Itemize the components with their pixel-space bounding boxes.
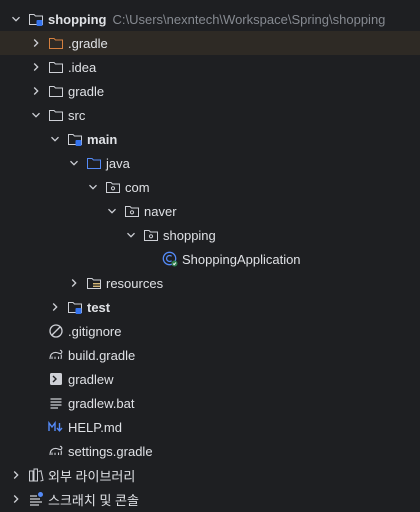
library-icon: [28, 467, 44, 483]
folder-icon: [48, 107, 64, 123]
gitignore-label: .gitignore: [68, 323, 122, 339]
naver-label: naver: [144, 203, 177, 219]
tree-node-scratches[interactable]: 스크래치 및 콘솔: [0, 487, 420, 511]
gradlew-bat-label: gradlew.bat: [68, 395, 135, 411]
chevron-down-icon[interactable]: [66, 151, 82, 175]
tree-node-shopping-package[interactable]: shopping: [0, 223, 420, 247]
tree-node-com[interactable]: com: [0, 175, 420, 199]
chevron-right-icon[interactable]: [28, 55, 44, 79]
chevron-down-icon[interactable]: [85, 175, 101, 199]
main-label: main: [87, 131, 118, 147]
scratch-icon: [28, 491, 44, 507]
markdown-icon: [48, 419, 64, 435]
tree-node-src[interactable]: src: [0, 103, 420, 127]
tree-node-gradlew[interactable]: gradlew: [0, 367, 420, 391]
package-icon: [105, 179, 121, 195]
chevron-down-icon[interactable]: [47, 127, 63, 151]
module-folder-icon: [67, 131, 83, 147]
com-label: com: [125, 179, 150, 195]
resources-label: resources: [106, 275, 164, 291]
dot-gradle-label: .gradle: [68, 35, 108, 51]
tree-node-settings-gradle[interactable]: settings.gradle: [0, 439, 420, 463]
tree-node-resources[interactable]: resources: [0, 271, 420, 295]
folder-icon: [48, 83, 64, 99]
tree-node-help-md[interactable]: HELP.md: [0, 415, 420, 439]
terminal-icon: [48, 371, 64, 387]
tree-node-external-libraries[interactable]: 외부 라이브러리: [0, 463, 420, 487]
tree-node-test[interactable]: test: [0, 295, 420, 319]
project-tree: shopping C:\Users\nexntech\Workspace\Spr…: [0, 0, 420, 512]
folder-icon: [48, 59, 64, 75]
test-label: test: [87, 299, 111, 315]
shopping-application-label: ShoppingApplication: [182, 251, 301, 267]
chevron-right-icon[interactable]: [28, 79, 44, 103]
gradle-folder-label: gradle: [68, 83, 105, 99]
chevron-right-icon[interactable]: [8, 463, 24, 487]
tree-node-gradle[interactable]: gradle: [0, 79, 420, 103]
settings-gradle-label: settings.gradle: [68, 443, 153, 459]
chevron-down-icon[interactable]: [28, 103, 44, 127]
ignore-file-icon: [48, 323, 64, 339]
java-label: java: [106, 155, 130, 171]
tree-node-main[interactable]: main: [0, 127, 420, 151]
spring-boot-class-icon: [162, 251, 178, 267]
excluded-folder-icon: [48, 35, 64, 51]
chevron-right-icon[interactable]: [28, 31, 44, 55]
package-icon: [124, 203, 140, 219]
tree-node-naver[interactable]: naver: [0, 199, 420, 223]
scratches-label: 스크래치 및 콘솔: [48, 492, 139, 508]
module-folder-icon: [28, 11, 44, 27]
build-gradle-label: build.gradle: [68, 347, 136, 363]
module-folder-icon: [67, 299, 83, 315]
package-icon: [143, 227, 159, 243]
chevron-down-icon[interactable]: [8, 7, 24, 31]
root-path: C:\Users\nexntech\Workspace\Spring\shopp…: [112, 11, 386, 27]
tree-node-shopping-application[interactable]: ShoppingApplication: [0, 247, 420, 271]
tree-node-gradlew-bat[interactable]: gradlew.bat: [0, 391, 420, 415]
help-md-label: HELP.md: [68, 419, 122, 435]
idea-label: .idea: [68, 59, 97, 75]
chevron-right-icon[interactable]: [66, 271, 82, 295]
tree-node-idea[interactable]: .idea: [0, 55, 420, 79]
chevron-down-icon[interactable]: [104, 199, 120, 223]
source-folder-icon: [86, 155, 102, 171]
tree-node-root[interactable]: shopping C:\Users\nexntech\Workspace\Spr…: [0, 7, 420, 31]
resources-folder-icon: [86, 275, 102, 291]
tree-node-dot-gradle[interactable]: .gradle: [0, 31, 420, 55]
gradle-icon: [48, 347, 64, 363]
gradle-icon: [48, 443, 64, 459]
chevron-right-icon[interactable]: [8, 487, 24, 511]
shopping-package-label: shopping: [163, 227, 216, 243]
tree-node-build-gradle[interactable]: build.gradle: [0, 343, 420, 367]
tree-node-java[interactable]: java: [0, 151, 420, 175]
external-libraries-label: 외부 라이브러리: [48, 468, 136, 484]
text-file-icon: [48, 395, 64, 411]
tree-node-gitignore[interactable]: .gitignore: [0, 319, 420, 343]
gradlew-label: gradlew: [68, 371, 114, 387]
chevron-down-icon[interactable]: [123, 223, 139, 247]
root-label: shopping: [48, 11, 107, 27]
chevron-right-icon[interactable]: [47, 295, 63, 319]
src-label: src: [68, 107, 86, 123]
